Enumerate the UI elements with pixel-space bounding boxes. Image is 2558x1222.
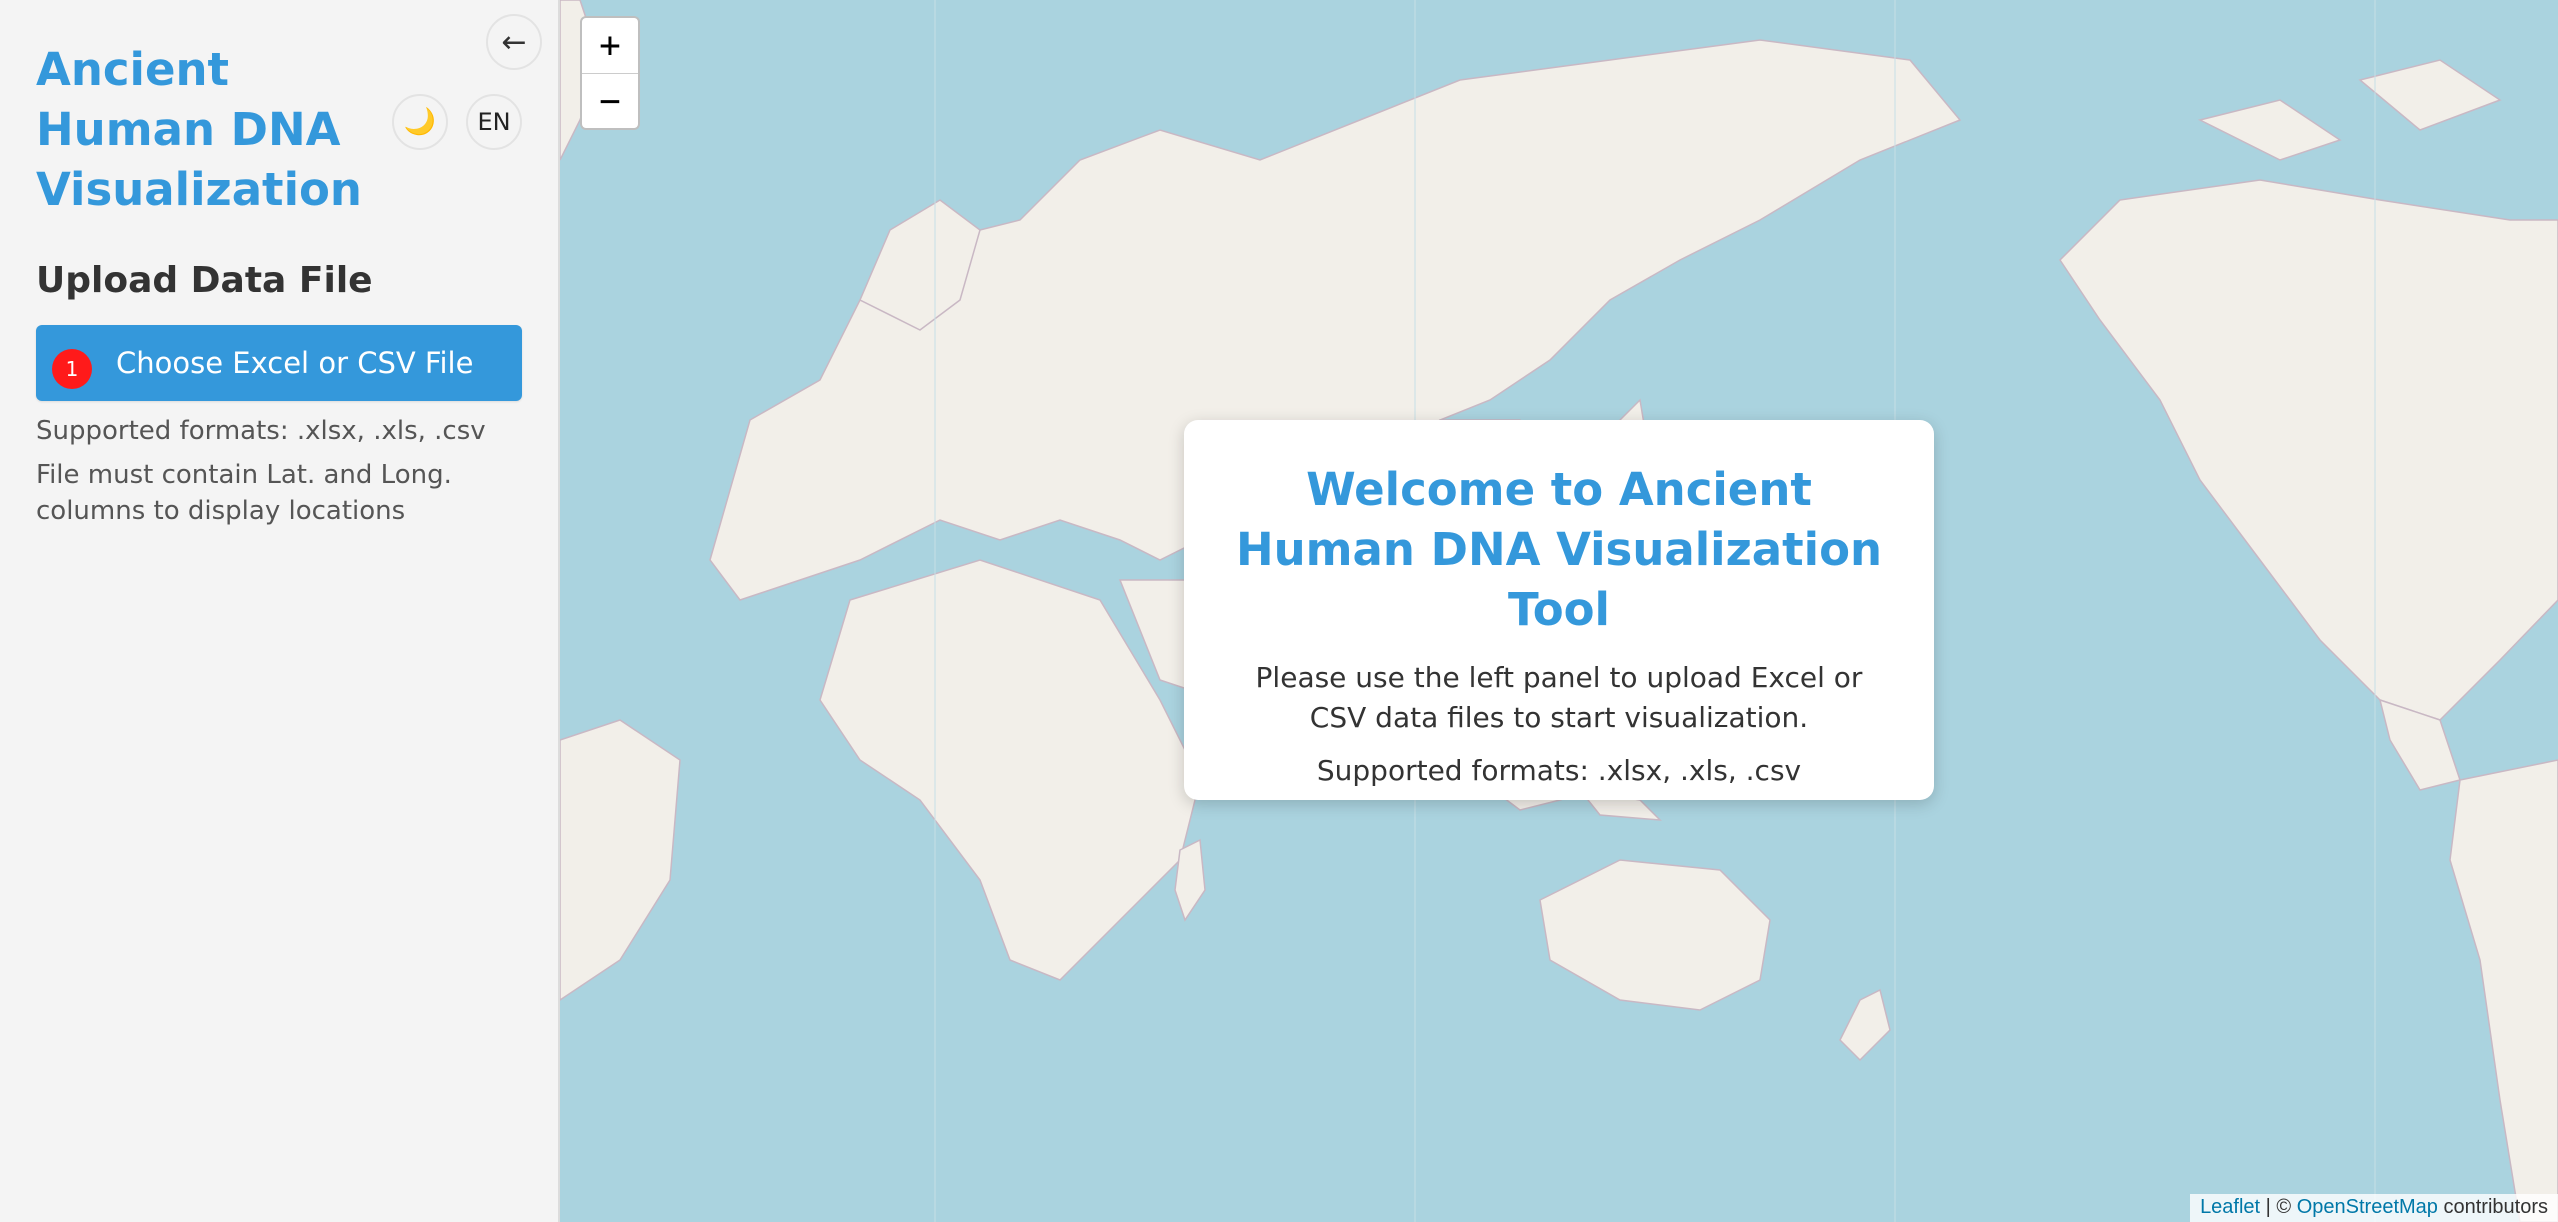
attribution-separator: | © bbox=[2260, 1196, 2297, 1218]
app-root: ← Ancient Human DNA Visualization 🌙 EN U… bbox=[0, 0, 2558, 1222]
welcome-panel: Welcome to Ancient Human DNA Visualizati… bbox=[1184, 420, 1934, 800]
choose-file-label: Choose Excel or CSV File bbox=[116, 346, 474, 380]
supported-formats-hint: Supported formats: .xlsx, .xls, .csv bbox=[36, 416, 486, 446]
zoom-out-button[interactable]: − bbox=[582, 73, 638, 128]
upload-section-title: Upload Data File bbox=[36, 260, 373, 301]
sidebar: ← Ancient Human DNA Visualization 🌙 EN U… bbox=[0, 0, 560, 1222]
theme-toggle-button[interactable]: 🌙 bbox=[392, 94, 448, 150]
moon-icon: 🌙 bbox=[403, 107, 437, 137]
welcome-title: Welcome to Ancient Human DNA Visualizati… bbox=[1235, 463, 1883, 636]
welcome-instructions: Please use the left panel to upload Exce… bbox=[1255, 661, 1863, 734]
openstreetmap-link[interactable]: OpenStreetMap bbox=[2297, 1196, 2438, 1218]
app-title: Ancient Human DNA Visualization bbox=[36, 43, 362, 216]
collapse-sidebar-button[interactable]: ← bbox=[486, 14, 542, 70]
arrow-left-icon: ← bbox=[501, 24, 527, 60]
welcome-formats: Supported formats: .xlsx, .xls, .csv bbox=[1316, 754, 1802, 787]
attribution-contributors: contributors bbox=[2437, 1196, 2548, 1218]
zoom-in-button[interactable]: + bbox=[582, 18, 638, 73]
map-attribution: Leaflet | © OpenStreetMap contributors bbox=[2190, 1194, 2558, 1222]
columns-requirement-hint: File must contain Lat. and Long. columns… bbox=[36, 460, 452, 526]
leaflet-link[interactable]: Leaflet bbox=[2200, 1196, 2260, 1218]
choose-file-button[interactable]: 1 Choose Excel or CSV File bbox=[36, 325, 522, 401]
zoom-control: + − bbox=[580, 16, 640, 130]
notification-badge: 1 bbox=[52, 349, 92, 389]
language-toggle-button[interactable]: EN bbox=[466, 94, 522, 150]
